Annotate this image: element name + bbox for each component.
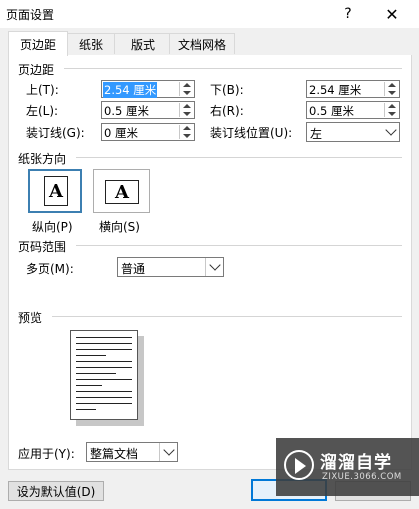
watermark-brand: 溜溜自学: [320, 453, 392, 473]
watermark: 溜溜自学 ZIXUE.3066.COM: [276, 438, 419, 496]
portrait-page-icon: A: [44, 176, 68, 206]
pages-separator: [76, 245, 402, 246]
chevron-down-icon[interactable]: [382, 123, 399, 141]
apply-to-value: 整篇文档: [90, 447, 139, 461]
bottom-margin-input[interactable]: 2.54 厘米: [306, 80, 400, 98]
margins-separator: [64, 68, 402, 69]
left-margin-value: 0.5 厘米: [104, 104, 149, 118]
preview-separator: [52, 316, 402, 317]
spin-down-icon[interactable]: [388, 112, 396, 116]
bottom-margin-value: 2.54 厘米: [309, 83, 362, 97]
right-margin-input[interactable]: 0.5 厘米: [306, 101, 400, 119]
top-margin-input[interactable]: 2.54 厘米: [101, 80, 195, 98]
spin-down-icon[interactable]: [183, 112, 191, 116]
orientation-section-label: 纸张方向: [18, 152, 67, 166]
landscape-label[interactable]: 横向(S): [99, 218, 140, 235]
multiple-pages-value: 普通: [121, 262, 146, 276]
left-margin-spinner[interactable]: [179, 103, 193, 117]
multiple-pages-select[interactable]: 普通: [117, 257, 224, 277]
spin-up-icon[interactable]: [388, 104, 396, 108]
play-triangle-icon: [295, 458, 306, 474]
gutter-label: 装订线(G):: [26, 126, 85, 140]
spin-down-icon[interactable]: [388, 91, 396, 95]
spin-down-icon[interactable]: [183, 134, 191, 138]
close-button[interactable]: ✕: [378, 2, 406, 26]
gutter-value: 0 厘米: [104, 126, 138, 140]
preview-section-label: 预览: [18, 311, 43, 325]
watermark-url: ZIXUE.3066.COM: [322, 472, 402, 482]
gutter-input[interactable]: 0 厘米: [101, 123, 195, 141]
top-margin-spinner[interactable]: [179, 82, 193, 96]
spin-down-icon[interactable]: [183, 91, 191, 95]
portrait-label[interactable]: 纵向(P): [32, 218, 73, 235]
gutter-position-select[interactable]: 左: [306, 122, 400, 142]
spin-up-icon[interactable]: [183, 83, 191, 87]
tab-doc-grid[interactable]: 文档网格: [169, 33, 235, 54]
chevron-down-icon[interactable]: [159, 443, 177, 461]
spin-up-icon[interactable]: [183, 104, 191, 108]
tab-margins[interactable]: 页边距: [8, 31, 68, 56]
gutter-position-label: 装订线位置(U):: [210, 126, 293, 140]
apply-to-select[interactable]: 整篇文档: [86, 442, 178, 462]
chevron-down-icon[interactable]: [205, 258, 223, 276]
portrait-option[interactable]: A: [28, 169, 82, 213]
set-default-button[interactable]: 设为默认值(D): [8, 481, 104, 501]
tab-layout[interactable]: 版式: [114, 33, 172, 54]
right-margin-value: 0.5 厘米: [309, 104, 354, 118]
window-title: 页面设置: [6, 8, 55, 22]
gutter-spinner[interactable]: [179, 125, 193, 139]
bottom-margin-spinner[interactable]: [384, 82, 398, 96]
landscape-page-icon: A: [105, 180, 139, 204]
right-margin-label: 右(R):: [210, 104, 244, 118]
pages-section-label: 页码范围: [18, 240, 67, 254]
tab-paper[interactable]: 纸张: [65, 33, 117, 54]
spin-up-icon[interactable]: [388, 83, 396, 87]
top-margin-label: 上(T):: [26, 83, 59, 97]
margins-section-label: 页边距: [18, 63, 55, 77]
preview-page: [70, 330, 138, 420]
left-margin-label: 左(L):: [26, 104, 59, 118]
bottom-margin-label: 下(B):: [210, 83, 244, 97]
landscape-option[interactable]: A: [93, 169, 150, 213]
top-margin-value: 2.54 厘米: [103, 82, 158, 98]
multiple-pages-label: 多页(M):: [26, 262, 74, 276]
gutter-position-value: 左: [310, 127, 323, 141]
right-margin-spinner[interactable]: [384, 103, 398, 117]
help-button[interactable]: ?: [334, 2, 362, 26]
spin-up-icon[interactable]: [183, 126, 191, 130]
close-icon: ✕: [385, 4, 399, 24]
apply-to-label: 应用于(Y):: [18, 447, 75, 461]
help-icon: ?: [344, 6, 352, 22]
orientation-separator: [76, 157, 402, 158]
left-margin-input[interactable]: 0.5 厘米: [101, 101, 195, 119]
